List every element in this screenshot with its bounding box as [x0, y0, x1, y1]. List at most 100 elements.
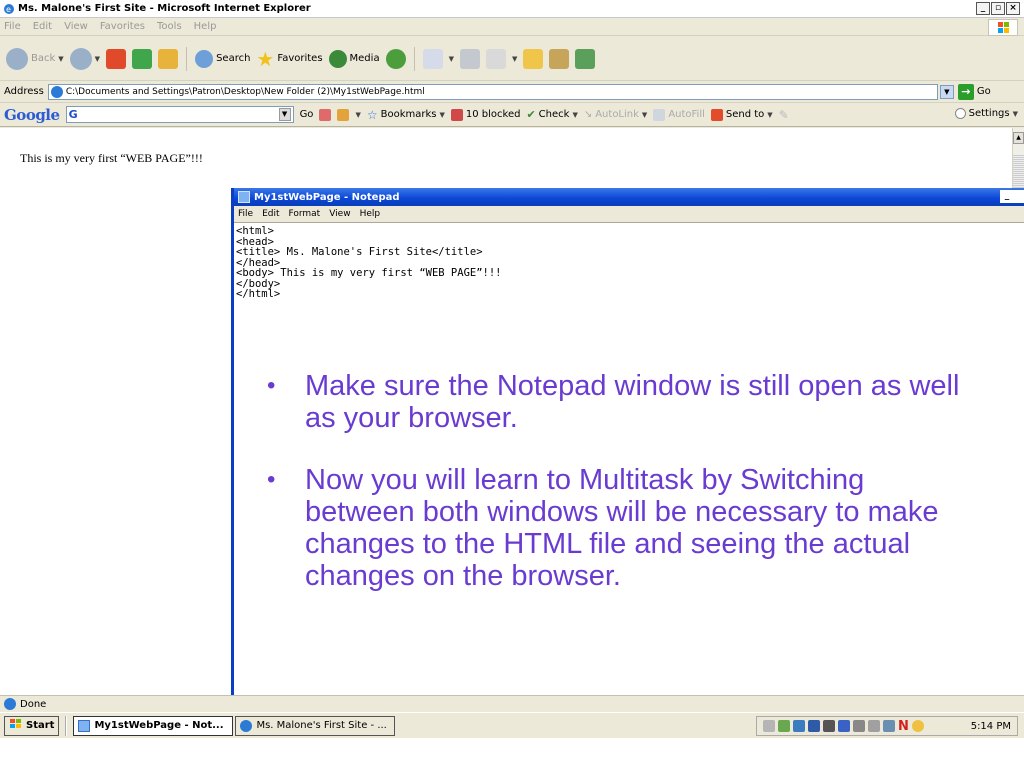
print-icon[interactable]	[459, 48, 480, 69]
notepad-menu-file[interactable]: File	[238, 209, 253, 219]
autofill-button[interactable]: AutoFill	[653, 108, 705, 121]
notepad-editor[interactable]: <html> <head> <title> Ms. Malone's First…	[236, 226, 1016, 300]
address-label: Address	[4, 86, 44, 97]
bullet-dot: •	[267, 372, 276, 399]
menu-file[interactable]: File	[4, 21, 21, 32]
notepad-menu-format[interactable]: Format	[289, 209, 321, 219]
menu-tools[interactable]: Tools	[157, 21, 182, 32]
search-button[interactable]: Search	[195, 49, 250, 68]
maximize-button[interactable]: ▫	[991, 2, 1005, 15]
chevron-down-icon[interactable]: ▼	[512, 55, 517, 63]
back-label: Back	[31, 53, 56, 64]
google-go-button[interactable]: Go	[300, 109, 314, 120]
chevron-down-icon[interactable]: ▼	[449, 55, 454, 63]
notepad-menu-edit[interactable]: Edit	[262, 209, 279, 219]
document-icon[interactable]	[823, 720, 835, 732]
bullet-item: • Now you will learn to Multitask by Swi…	[267, 464, 979, 592]
notepad-menu-view[interactable]: View	[329, 209, 350, 219]
menu-help[interactable]: Help	[194, 21, 217, 32]
chevron-down-icon[interactable]: ▼	[95, 55, 100, 63]
spellcheck-button[interactable]: ✔ Check ▼	[526, 108, 577, 121]
back-button[interactable]: Back ▼	[6, 47, 64, 70]
windows-logo-icon	[988, 19, 1018, 36]
edit-icon[interactable]	[485, 48, 506, 69]
mail-icon[interactable]	[883, 720, 895, 732]
sendto-button[interactable]: Send to ▼	[710, 108, 773, 121]
refresh-icon[interactable]	[132, 48, 153, 69]
chevron-down-icon[interactable]: ▼	[355, 111, 360, 119]
ie-titlebar[interactable]: e Ms. Malone's First Site - Microsoft In…	[0, 0, 1024, 18]
norton-icon[interactable]: N	[898, 719, 909, 734]
task-ie[interactable]: Ms. Malone's First Site - ...	[235, 715, 396, 736]
favorites-button[interactable]: ★ Favorites	[256, 47, 322, 71]
popup-blocker-button[interactable]: 10 blocked	[450, 108, 521, 121]
messenger-icon[interactable]	[911, 720, 924, 732]
taskbar-separator	[65, 715, 68, 736]
address-input[interactable]: C:\Documents and Settings\Patron\Desktop…	[47, 83, 938, 100]
pagerank-icon[interactable]	[319, 108, 332, 121]
mail-icon[interactable]	[422, 48, 443, 69]
chevron-down-icon: ▼	[1012, 109, 1018, 118]
back-arrow-icon	[6, 47, 28, 70]
notepad-icon	[238, 191, 250, 203]
stop-icon[interactable]	[106, 48, 127, 69]
page-icon	[50, 85, 63, 98]
menu-favorites[interactable]: Favorites	[100, 21, 145, 32]
messenger-icon[interactable]	[575, 48, 596, 69]
autolink-button[interactable]: ↘ AutoLink ▼	[584, 109, 647, 120]
update-icon[interactable]	[808, 720, 820, 732]
blocked-label: 10 blocked	[465, 109, 521, 120]
notepad-titlebar[interactable]: My1stWebPage - Notepad _	[234, 188, 1024, 206]
google-search-input[interactable]: G ▼	[65, 106, 294, 123]
forward-button[interactable]: ▼	[69, 47, 100, 70]
news-icon[interactable]	[337, 108, 350, 121]
chevron-down-icon[interactable]: ▼	[58, 55, 63, 63]
star-icon: ★	[256, 46, 275, 71]
favorites-label: Favorites	[277, 53, 323, 64]
bookmarks-label: Bookmarks	[380, 109, 437, 120]
task-ie-label: Ms. Malone's First Site - ...	[256, 720, 387, 731]
notepad-menubar: File Edit Format View Help	[234, 206, 1024, 223]
settings-radio-icon	[954, 108, 966, 119]
settings-button[interactable]: Settings ▼	[954, 108, 1018, 119]
folder-icon[interactable]	[523, 48, 544, 69]
menu-view[interactable]: View	[64, 21, 88, 32]
chevron-down-icon[interactable]: ▼	[278, 108, 291, 121]
keyboard-icon[interactable]	[868, 720, 880, 732]
start-button[interactable]: Start	[4, 715, 60, 736]
clock-app-icon[interactable]	[853, 720, 865, 732]
close-button[interactable]: ×	[1006, 2, 1020, 15]
toolbar-separator	[413, 46, 415, 71]
network-icon[interactable]	[763, 720, 775, 732]
research-icon[interactable]	[549, 48, 570, 69]
minimize-button[interactable]: _	[976, 2, 990, 15]
google-toolbar: Google G ▼ Go ▼ ☆ Bookmarks ▼ 10 blocked…	[0, 103, 1024, 127]
google-search-prefix: G	[68, 108, 78, 121]
ie-icon: e	[3, 3, 15, 15]
spellcheck-icon: ✔	[526, 108, 536, 121]
highlight-icon[interactable]: ✎	[779, 108, 789, 122]
media-button[interactable]: Media	[328, 49, 380, 68]
antivirus-icon[interactable]	[778, 720, 790, 732]
ie-title: Ms. Malone's First Site - Microsoft Inte…	[18, 3, 311, 14]
task-notepad-label: My1stWebPage - Not...	[94, 720, 224, 731]
notepad-minimize-button[interactable]: _	[1000, 190, 1014, 203]
shield-icon[interactable]	[838, 720, 850, 732]
notepad-menu-help[interactable]: Help	[360, 209, 381, 219]
history-icon[interactable]	[385, 48, 406, 69]
address-dropdown-icon[interactable]: ▼	[939, 84, 954, 99]
home-icon[interactable]	[158, 48, 179, 69]
google-go-label: Go	[299, 109, 314, 120]
go-button[interactable]: → Go	[957, 83, 991, 100]
notepad-maximize-button[interactable]	[1014, 190, 1024, 203]
menu-edit[interactable]: Edit	[33, 21, 52, 32]
scroll-up-icon[interactable]: ▲	[1013, 132, 1024, 144]
bullet-text: Now you will learn to Multitask by Switc…	[305, 464, 939, 592]
toolbar-separator	[186, 46, 188, 71]
popup-blocker-icon	[450, 108, 463, 121]
bookmarks-button[interactable]: ☆ Bookmarks ▼	[367, 108, 445, 122]
security-icon[interactable]	[793, 720, 805, 732]
task-notepad[interactable]: My1stWebPage - Not...	[73, 715, 234, 736]
star-icon: ☆	[366, 107, 378, 122]
autolink-label: AutoLink	[595, 109, 639, 120]
